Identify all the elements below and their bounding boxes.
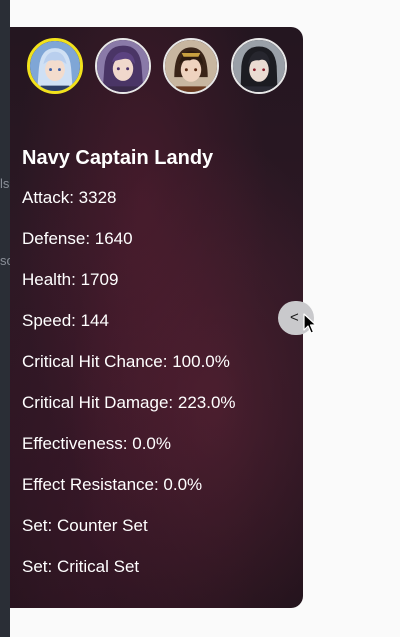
mouse-cursor-icon (303, 313, 317, 334)
stat-defense: Defense: 1640 (22, 229, 133, 248)
stat-health: Health: 1709 (22, 270, 119, 289)
underlying-sidebar (0, 0, 10, 637)
hero-avatar-3[interactable] (163, 38, 219, 94)
hero-avatar-landy[interactable] (27, 38, 83, 94)
stat-set-2: Set: Critical Set (22, 557, 140, 576)
stat-effect-resistance: Effect Resistance: 0.0% (22, 475, 203, 494)
page: ls so Navy Captain Landy Attack: 3328 De… (0, 0, 400, 637)
stat-crit-chance: Critical Hit Chance: 100.0% (22, 352, 230, 371)
stat-crit-damage: Critical Hit Damage: 223.0% (22, 393, 236, 412)
hero-avatar-2[interactable] (95, 38, 151, 94)
hero-name-heading: Navy Captain Landy (22, 147, 214, 169)
background-text-fragment: ls (0, 176, 10, 191)
stat-attack: Attack: 3328 (22, 188, 117, 207)
stat-set-1: Set: Counter Set (22, 516, 148, 535)
hero-stats-panel: Navy Captain Landy Attack: 3328 Defense:… (10, 27, 303, 608)
hero-avatar-4[interactable] (231, 38, 287, 94)
hero-stats-list: Attack: 3328 Defense: 1640 Health: 1709 … (22, 188, 236, 598)
stat-effectiveness: Effectiveness: 0.0% (22, 434, 171, 453)
stat-speed: Speed: 144 (22, 311, 109, 330)
team-avatar-row (27, 38, 287, 94)
